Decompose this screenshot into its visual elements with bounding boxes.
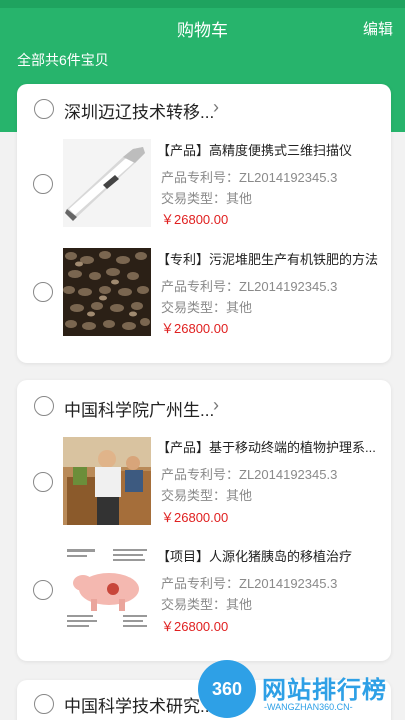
item-trade-type: 交易类型：其他 bbox=[161, 191, 253, 206]
item-patent-number: 产品专利号：ZL2014192345.3 bbox=[161, 279, 338, 294]
item-price: ￥26800.00 bbox=[161, 619, 229, 634]
item-price: ￥26800.00 bbox=[161, 510, 229, 525]
item-title[interactable]: 【产品】基于移动终端的植物护理系... bbox=[157, 437, 376, 456]
product-image[interactable] bbox=[63, 437, 151, 525]
product-image[interactable] bbox=[63, 248, 151, 336]
item-title[interactable]: 【产品】高精度便携式三维扫描仪 bbox=[157, 140, 352, 159]
item-trade-type: 交易类型：其他 bbox=[161, 488, 253, 503]
shop-name[interactable]: 中国科学技术研究... bbox=[64, 692, 214, 717]
shop-select-radio[interactable] bbox=[34, 396, 54, 416]
item-trade-type: 交易类型：其他 bbox=[161, 300, 253, 315]
item-patent-number: 产品专利号：ZL2014192345.3 bbox=[161, 576, 338, 591]
product-image[interactable] bbox=[63, 545, 151, 633]
status-bar bbox=[0, 0, 405, 8]
chevron-right-icon[interactable]: › bbox=[213, 97, 219, 118]
edit-button[interactable]: 编辑 bbox=[363, 18, 393, 39]
item-trade-type: 交易类型：其他 bbox=[161, 597, 253, 612]
shop-card: 深圳迈辽技术转移... › 【产品】高精度便携式三维扫描仪 产品专利号：ZL20… bbox=[17, 84, 391, 363]
watermark-url: -WANGZHAN360.CN- bbox=[264, 702, 353, 712]
item-price: ￥26800.00 bbox=[161, 321, 229, 336]
item-title[interactable]: 【项目】人源化猪胰岛的移植治疗 bbox=[157, 546, 352, 565]
item-patent-number: 产品专利号：ZL2014192345.3 bbox=[161, 467, 338, 482]
shop-name[interactable]: 中国科学院广州生... bbox=[64, 396, 214, 421]
chevron-right-icon[interactable]: › bbox=[213, 395, 219, 416]
page-title: 购物车 bbox=[177, 21, 228, 40]
item-title[interactable]: 【专利】污泥堆肥生产有机铁肥的方法 bbox=[157, 249, 378, 268]
shop-card: 中国科学院广州生... › 【产品】基于移动终端的植物护理系... 产品专利号：… bbox=[17, 380, 391, 661]
item-select-radio[interactable] bbox=[33, 580, 53, 600]
shop-select-radio[interactable] bbox=[34, 694, 54, 714]
shop-name[interactable]: 深圳迈辽技术转移... bbox=[64, 98, 214, 123]
item-select-radio[interactable] bbox=[33, 472, 53, 492]
watermark-logo: 360 网站排行榜 -WANGZHAN360.CN- bbox=[198, 660, 405, 720]
item-patent-number: 产品专利号：ZL2014192345.3 bbox=[161, 170, 338, 185]
shop-select-radio[interactable] bbox=[34, 99, 54, 119]
item-count-text: 全部共6件宝贝 bbox=[17, 52, 109, 68]
item-price: ￥26800.00 bbox=[161, 212, 229, 227]
item-select-radio[interactable] bbox=[33, 174, 53, 194]
watermark-badge: 360 bbox=[198, 660, 256, 718]
watermark-text: 网站排行榜 bbox=[262, 677, 387, 704]
item-select-radio[interactable] bbox=[33, 282, 53, 302]
product-image[interactable] bbox=[63, 139, 151, 227]
